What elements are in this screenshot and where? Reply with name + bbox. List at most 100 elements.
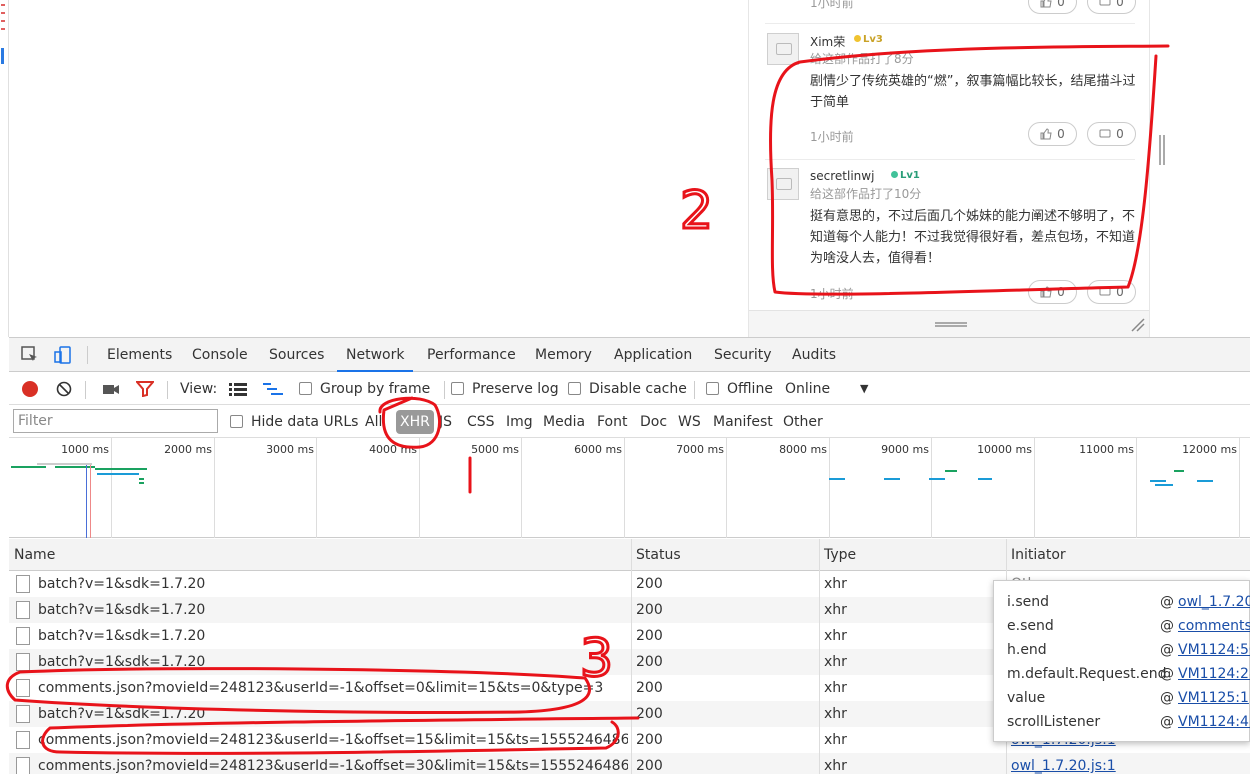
device-toolbar-icon[interactable] xyxy=(54,346,72,364)
stack-source-link[interactable]: comments? xyxy=(1178,614,1250,638)
timeline-tick-label: 5000 ms xyxy=(471,443,519,456)
stack-source-link[interactable]: VM1124:50 xyxy=(1178,638,1250,662)
group-by-frame-checkbox[interactable]: Group by frame xyxy=(299,373,430,405)
file-icon xyxy=(16,705,30,723)
tab-network[interactable]: Network xyxy=(337,338,414,372)
file-icon xyxy=(16,627,30,645)
tab-elements[interactable]: Elements xyxy=(107,338,172,372)
timeline-bar xyxy=(139,482,144,484)
comment-username: Xim荣 xyxy=(810,35,846,49)
timeline-bar xyxy=(978,478,992,480)
tab-security[interactable]: Security xyxy=(714,338,772,372)
checkbox-box[interactable] xyxy=(451,382,464,395)
chevron-down-icon[interactable]: ▼ xyxy=(860,373,868,405)
column-divider[interactable] xyxy=(819,539,820,774)
offline-checkbox[interactable]: Offline xyxy=(706,373,773,405)
comment-time: 1小时前 xyxy=(810,287,854,301)
checkbox-box[interactable] xyxy=(299,382,312,395)
filter-type-img[interactable]: Img xyxy=(506,406,533,438)
network-overview-timeline[interactable]: 1000 ms 2000 ms 3000 ms 4000 ms 5000 ms … xyxy=(9,438,1250,538)
inspect-element-icon[interactable] xyxy=(21,346,39,364)
filter-type-ws[interactable]: WS xyxy=(678,406,701,438)
request-type: xhr xyxy=(824,680,847,696)
reply-button[interactable]: 0 xyxy=(1087,280,1136,304)
stack-source-link[interactable]: owl_1.7.20.j xyxy=(1178,590,1250,614)
filter-type-media[interactable]: Media xyxy=(543,406,585,438)
reply-button[interactable]: 0 xyxy=(1087,0,1136,14)
stack-source-link[interactable]: VM1124:47 xyxy=(1178,710,1250,734)
throttling-select[interactable]: Online xyxy=(785,373,830,405)
left-gutter xyxy=(0,0,9,337)
filter-type-xhr[interactable]: XHR xyxy=(396,410,434,434)
scrollbar[interactable] xyxy=(1159,135,1165,165)
request-type: xhr xyxy=(824,602,847,618)
filter-icon[interactable] xyxy=(136,381,154,397)
tab-memory[interactable]: Memory xyxy=(535,338,592,372)
timeline-bar xyxy=(1150,480,1166,482)
timeline-bar xyxy=(1174,470,1184,472)
column-header-initiator[interactable]: Initiator xyxy=(1006,539,1066,571)
record-button[interactable] xyxy=(22,381,38,397)
like-button[interactable]: 0 xyxy=(1028,280,1077,304)
like-button[interactable]: 0 xyxy=(1028,122,1077,146)
thumb-up-icon xyxy=(1040,128,1052,140)
filter-type-all[interactable]: All xyxy=(365,406,382,438)
stack-at: @ xyxy=(1160,690,1174,706)
checkbox-box[interactable] xyxy=(568,382,581,395)
column-header-status[interactable]: Status xyxy=(631,539,681,571)
request-name: batch?v=1&sdk=1.7.20 xyxy=(38,602,206,618)
tab-audits[interactable]: Audits xyxy=(792,338,836,372)
thumb-up-icon xyxy=(1040,286,1052,298)
file-icon xyxy=(16,653,30,671)
filter-type-font[interactable]: Font xyxy=(597,406,627,438)
stack-source-link[interactable]: VM1125:1 xyxy=(1178,686,1249,710)
timeline-tick-label: 1000 ms xyxy=(61,443,109,456)
tab-application[interactable]: Application xyxy=(614,338,692,372)
preserve-log-checkbox[interactable]: Preserve log xyxy=(451,373,559,405)
stack-source-link[interactable]: VM1124:28 xyxy=(1178,662,1250,686)
table-header: Name Status Type Initiator xyxy=(9,539,1250,571)
comment-text: 剧情少了传统英雄的“燃”，叙事篇幅比较长，结尾描斗过于简单 xyxy=(810,74,1136,110)
column-header-type[interactable]: Type xyxy=(819,539,856,571)
request-initiator[interactable]: owl_1.7.20.js:1 xyxy=(1011,753,1116,774)
mobile-emulated-page[interactable]: 1小时前 0 0 Xim荣 Lv3 给这部作品打了8分 剧情少了传统英雄的“燃”… xyxy=(748,0,1165,337)
request-status: 200 xyxy=(636,602,663,618)
resize-handle[interactable] xyxy=(935,322,967,327)
filter-type-doc[interactable]: Doc xyxy=(640,406,667,438)
timeline-bar xyxy=(1197,480,1213,482)
filter-type-manifest[interactable]: Manifest xyxy=(713,406,773,438)
thumb-up-icon xyxy=(1040,0,1052,8)
tab-performance[interactable]: Performance xyxy=(427,338,516,372)
request-status: 200 xyxy=(636,680,663,696)
tab-sources[interactable]: Sources xyxy=(269,338,324,372)
request-type: xhr xyxy=(824,628,847,644)
like-button[interactable]: 0 xyxy=(1028,0,1077,14)
hide-data-urls-checkbox[interactable]: Hide data URLs xyxy=(230,406,358,438)
filter-type-other[interactable]: Other xyxy=(783,406,823,438)
filter-type-js[interactable]: JS xyxy=(439,406,452,438)
tab-console[interactable]: Console xyxy=(192,338,248,372)
timeline-bar xyxy=(139,478,144,480)
list-view-icon[interactable] xyxy=(229,383,247,396)
stack-at: @ xyxy=(1160,642,1174,658)
filter-type-css[interactable]: CSS xyxy=(467,406,495,438)
reply-button[interactable]: 0 xyxy=(1087,122,1136,146)
disable-cache-checkbox[interactable]: Disable cache xyxy=(568,373,687,405)
checkbox-box[interactable] xyxy=(230,415,243,428)
stack-function: scrollListener xyxy=(1007,714,1101,730)
timeline-bar xyxy=(929,478,945,480)
screenshot-camera-icon[interactable] xyxy=(102,382,120,396)
clear-icon[interactable] xyxy=(56,381,72,397)
filter-input[interactable] xyxy=(13,409,218,433)
table-row[interactable]: comments.json?movieId=248123&userId=-1&o… xyxy=(9,753,1250,774)
column-divider[interactable] xyxy=(631,539,632,774)
checkbox-box[interactable] xyxy=(706,382,719,395)
resize-corner-icon[interactable] xyxy=(1129,316,1145,332)
reply-count: 0 xyxy=(1116,127,1124,141)
column-header-name[interactable]: Name xyxy=(9,539,55,571)
level-badge: Lv3 xyxy=(854,34,883,45)
timeline-tick-label: 8000 ms xyxy=(779,443,827,456)
timeline-tick-label: 7000 ms xyxy=(676,443,724,456)
request-name: batch?v=1&sdk=1.7.20 xyxy=(38,654,206,670)
waterfall-view-icon[interactable] xyxy=(263,383,283,396)
